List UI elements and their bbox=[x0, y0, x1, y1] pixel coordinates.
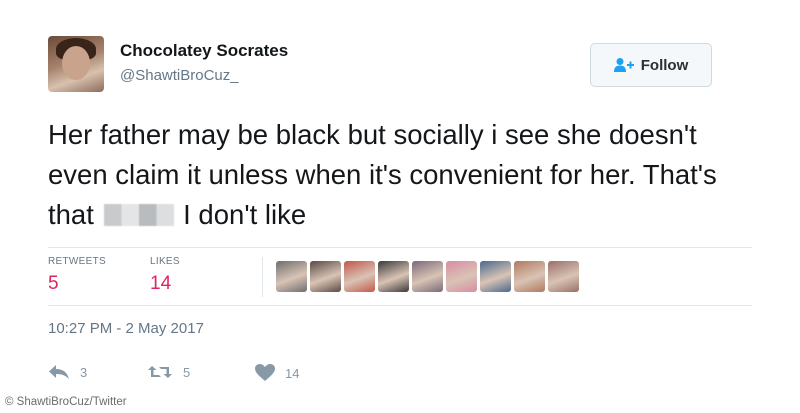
liker-avatar[interactable] bbox=[446, 261, 477, 292]
liker-avatar[interactable] bbox=[548, 261, 579, 292]
display-name[interactable]: Chocolatey Socrates bbox=[120, 41, 288, 61]
tweet-text: Her father may be black but socially i s… bbox=[48, 115, 748, 235]
heart-icon bbox=[255, 364, 275, 381]
stats-top-divider bbox=[48, 247, 752, 248]
retweets-label: RETWEETS bbox=[48, 256, 106, 267]
profile-avatar[interactable] bbox=[48, 36, 104, 92]
stats-separator bbox=[262, 257, 263, 297]
likers-avatars bbox=[276, 261, 579, 292]
stats-bottom-divider bbox=[48, 305, 752, 306]
user-handle[interactable]: @ShawtiBroCuz_ bbox=[120, 67, 239, 84]
like-count: 14 bbox=[285, 365, 300, 381]
follow-label: Follow bbox=[640, 56, 689, 74]
reply-count: 3 bbox=[80, 364, 88, 380]
tweet-timestamp[interactable]: 10:27 PM - 2 May 2017 bbox=[48, 320, 204, 337]
follow-button[interactable]: Follow bbox=[590, 43, 712, 87]
censored-word bbox=[103, 204, 174, 226]
liker-avatar[interactable] bbox=[514, 261, 545, 292]
retweet-count: 5 bbox=[183, 364, 191, 380]
retweet-action[interactable]: 5 bbox=[147, 364, 190, 380]
likes-label: LIKES bbox=[150, 256, 180, 267]
retweet-icon bbox=[148, 366, 172, 378]
reply-icon bbox=[49, 365, 69, 379]
liker-avatar[interactable] bbox=[344, 261, 375, 292]
liker-avatar[interactable] bbox=[310, 261, 341, 292]
reply-action[interactable]: 3 bbox=[48, 364, 87, 380]
tweet-text-end: I don't like bbox=[183, 199, 307, 230]
avatar-face bbox=[62, 46, 90, 80]
likes-count[interactable]: 14 bbox=[150, 273, 171, 295]
liker-avatar[interactable] bbox=[480, 261, 511, 292]
liker-avatar[interactable] bbox=[412, 261, 443, 292]
image-credit: © ShawtiBroCuz/Twitter bbox=[0, 391, 170, 413]
retweets-count[interactable]: 5 bbox=[48, 273, 59, 295]
liker-avatar[interactable] bbox=[378, 261, 409, 292]
liker-avatar[interactable] bbox=[276, 261, 307, 292]
add-user-icon bbox=[613, 58, 634, 72]
like-action[interactable]: 14 bbox=[255, 364, 299, 382]
